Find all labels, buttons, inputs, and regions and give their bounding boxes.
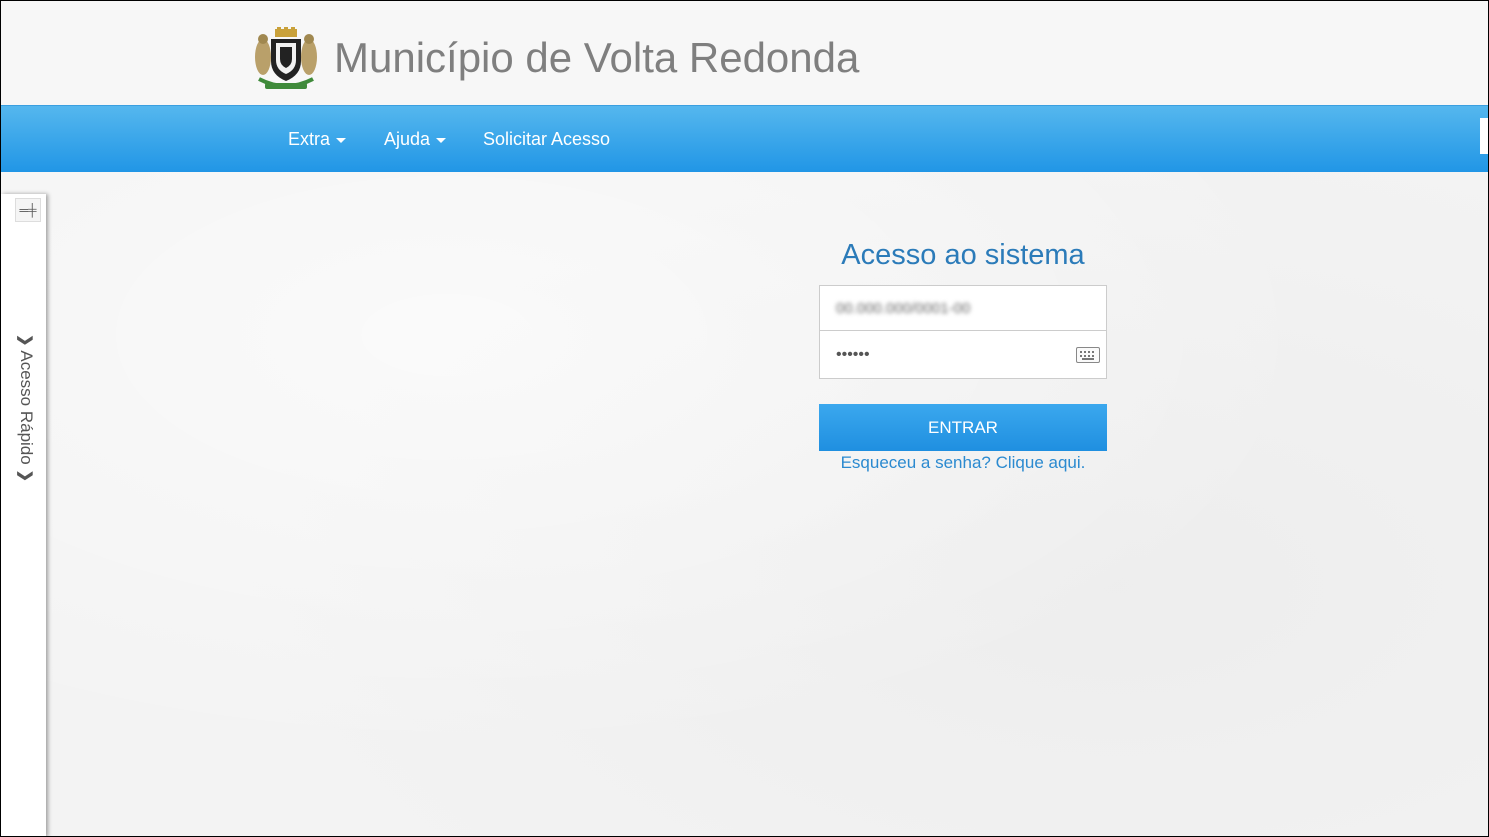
app-window: Município de Volta Redonda Extra Ajuda S… <box>0 0 1489 837</box>
pin-icon[interactable]: ═╪ <box>15 198 41 222</box>
quick-access-label-row: ❯ Acesso Rápido ❯ <box>12 334 39 482</box>
nav-ajuda[interactable]: Ajuda <box>384 128 447 150</box>
username-value: 00.000.000/0001-00 <box>836 300 971 317</box>
chevron-right-icon: ❯ <box>17 469 34 483</box>
keyboard-icon[interactable] <box>1076 347 1100 363</box>
quick-access-panel[interactable]: ═╪ ❯ Acesso Rápido ❯ <box>1 194 46 836</box>
main-navbar: Extra Ajuda Solicitar Acesso <box>1 105 1488 172</box>
nav-ajuda-label: Ajuda <box>384 129 431 149</box>
site-header: Município de Volta Redonda <box>1 1 1488 105</box>
nav-solicitar-acesso-label: Solicitar Acesso <box>483 129 611 149</box>
site-title: Município de Volta Redonda <box>334 34 860 81</box>
chevron-right-icon: ❯ <box>17 334 34 347</box>
nav-extra-label: Extra <box>288 129 331 149</box>
quick-access-label: Acesso Rápido <box>17 350 36 465</box>
quick-access-toggle[interactable]: ❯ Acesso Rápido ❯ <box>13 334 39 504</box>
forgot-password-link[interactable]: Esqueceu a senha? Clique aqui. <box>819 453 1107 473</box>
nav-solicitar-acesso[interactable]: Solicitar Acesso <box>483 128 610 150</box>
caret-down-icon <box>336 137 347 143</box>
nav-extra[interactable]: Extra <box>288 128 347 150</box>
login-form: 00.000.000/0001-00 •••••• <box>819 285 1107 379</box>
login-title: Acesso ao sistema <box>841 239 1085 271</box>
navbar-edge-element <box>1480 118 1488 154</box>
caret-down-icon <box>436 137 447 143</box>
password-field[interactable]: •••••• <box>820 332 1106 378</box>
enter-button[interactable]: ENTRAR <box>819 404 1107 451</box>
password-value: •••••• <box>836 346 870 363</box>
coat-of-arms-logo <box>255 27 317 89</box>
username-field[interactable]: 00.000.000/0001-00 <box>820 286 1106 331</box>
